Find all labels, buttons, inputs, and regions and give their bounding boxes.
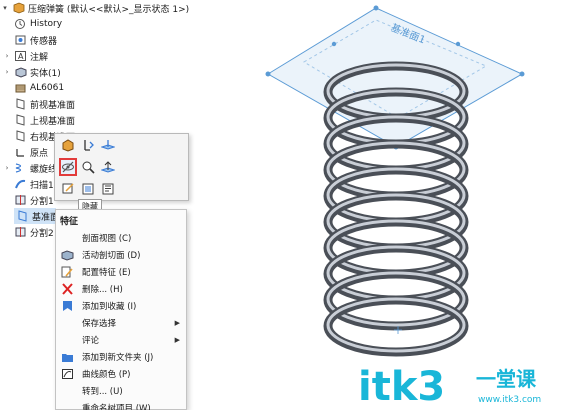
menu-item-configure-feature[interactable]: 配置特征 (E) — [56, 263, 186, 280]
split-icon — [14, 194, 27, 206]
menu-item-label: 活动剖切面 (D) — [82, 250, 141, 261]
watermark-brand: itk3 — [358, 364, 445, 408]
menu-item-save-selection[interactable]: 保存选择 ▶ — [56, 314, 186, 331]
context-menu: 特征 剖面视图 (C) 活动剖切面 (D) 配置特征 (E) 删除... (H)… — [55, 209, 187, 410]
context-toolbar — [54, 133, 189, 201]
tree-item-split-1[interactable]: 分割1 — [2, 192, 54, 208]
tree-item-bodies[interactable]: › 实体(1) — [2, 64, 61, 80]
edit-feature-icon[interactable] — [59, 180, 77, 198]
spring-model[interactable]: 基准面1 — [186, 0, 567, 410]
watermark-url: www.itk3.com — [478, 395, 541, 405]
menu-item-delete[interactable]: 删除... (H) — [56, 280, 186, 297]
menu-item-live-section-plane[interactable]: 活动剖切面 (D) — [56, 246, 186, 263]
split-icon — [14, 226, 27, 238]
tree-item-label: 分割1 — [30, 196, 54, 207]
tree-item-label: 前视基准面 — [30, 100, 76, 111]
favorites-icon — [60, 299, 74, 312]
tree-item-top-plane[interactable]: 上视基准面 — [2, 112, 75, 128]
tree-item-helix[interactable]: › 螺旋线 — [2, 160, 57, 176]
tree-item-label: 实体(1) — [30, 68, 61, 79]
folder-icon — [60, 350, 74, 363]
menu-item-label: 添加到新文件夹 (J) — [82, 352, 154, 363]
tree-item-label: History — [30, 19, 63, 29]
section-plane-icon — [60, 248, 74, 261]
watermark-logo: itk3 一堂课 www.itk3.com — [358, 362, 563, 410]
configure-icon — [60, 265, 74, 278]
hide-icon[interactable] — [59, 158, 77, 176]
submenu-arrow-icon: ▶ — [174, 318, 180, 327]
menu-item-label: 添加到收藏 (I) — [82, 301, 137, 312]
appearance-icon[interactable] — [59, 136, 77, 154]
menu-title: 特征 — [60, 217, 79, 227]
tree-item-annotations[interactable]: › A 注解 — [2, 48, 48, 64]
tree-item-datum-plane[interactable]: 基准面 — [14, 208, 59, 224]
tree-item-label: 注解 — [30, 52, 49, 63]
part-icon — [12, 2, 25, 14]
sweep-icon — [14, 178, 27, 190]
tree-root-label: 压缩弹簧 (默认<<默认>_显示状态 1>) — [28, 4, 190, 15]
annotation-icon: A — [14, 50, 27, 62]
tree-item-material[interactable]: AL6061 — [2, 80, 64, 96]
plane-icon — [16, 210, 29, 222]
tree-item-history[interactable]: History — [2, 16, 62, 32]
menu-item-curve-color[interactable]: 曲线颜色 (P) — [56, 365, 186, 382]
expand-icon[interactable]: › — [2, 52, 12, 60]
collapse-icon[interactable]: ▾ — [0, 4, 10, 12]
tree-item-split-2[interactable]: 分割2 — [2, 224, 54, 240]
solid-body-icon — [14, 66, 27, 78]
menu-item-label: 曲线颜色 (P) — [82, 369, 131, 380]
menu-item-label: 评论 — [82, 335, 100, 346]
tree-item-label: 扫描1 — [30, 180, 54, 191]
plane-icon — [14, 114, 27, 126]
menu-item-go-to[interactable]: 转到... (U) — [56, 382, 186, 399]
menu-item-label: 剖面视图 (C) — [82, 233, 132, 244]
tree-item-label: 上视基准面 — [30, 116, 76, 127]
curve-color-icon — [60, 367, 74, 380]
expand-icon[interactable]: › — [2, 68, 12, 76]
sensor-icon — [14, 34, 27, 46]
plane-icon — [14, 130, 27, 142]
watermark-tagline: 一堂课 — [476, 367, 537, 391]
tree-item-sweep[interactable]: 扫描1 — [2, 176, 54, 192]
zoom-to-selection-icon[interactable] — [79, 158, 97, 176]
properties-icon[interactable] — [99, 180, 117, 198]
graphics-viewport[interactable]: 基准面1 — [186, 0, 567, 410]
origin-icon — [14, 146, 27, 158]
plane-icon — [14, 98, 27, 110]
tree-root[interactable]: ▾ 压缩弹簧 (默认<<默认>_显示状态 1>) — [0, 0, 189, 16]
menu-item-add-to-favorites[interactable]: 添加到收藏 (I) — [56, 297, 186, 314]
menu-item-label: 配置特征 (E) — [82, 267, 131, 278]
tree-item-sensors[interactable]: 传感器 — [2, 32, 57, 48]
menu-item-label: 重命名树项目 (W) — [82, 403, 151, 410]
history-icon — [14, 18, 27, 30]
normal-to-icon[interactable] — [79, 136, 97, 154]
svg-text:A: A — [18, 52, 24, 61]
menu-item-comment[interactable]: 评论 ▶ — [56, 331, 186, 348]
menu-item-add-to-new-folder[interactable]: 添加到新文件夹 (J) — [56, 348, 186, 365]
menu-item-rename-tree-item[interactable]: 重命名树项目 (W) — [56, 399, 186, 410]
tree-item-origin[interactable]: 原点 — [2, 144, 48, 160]
datum-plane[interactable]: 基准面1 — [265, 5, 525, 150]
submenu-arrow-icon: ▶ — [174, 335, 180, 344]
delete-icon — [60, 282, 74, 295]
plane-normal-icon[interactable] — [99, 136, 117, 154]
helix-icon — [14, 162, 27, 174]
sketch-on-plane-icon[interactable] — [99, 158, 117, 176]
menu-item-label: 删除... (H) — [82, 284, 123, 295]
menu-item-label: 保存选择 — [82, 318, 117, 329]
tree-item-label: 传感器 — [30, 36, 58, 47]
expand-icon[interactable]: › — [2, 164, 12, 172]
tree-item-label: 螺旋线 — [30, 164, 58, 175]
material-icon — [14, 82, 27, 94]
tree-item-label: 分割2 — [30, 228, 54, 239]
tree-item-front-plane[interactable]: 前视基准面 — [2, 96, 75, 112]
menu-item-section-view[interactable]: 剖面视图 (C) — [56, 229, 186, 246]
tree-item-label: 原点 — [30, 148, 49, 159]
tree-item-label: AL6061 — [30, 83, 65, 93]
menu-item-label: 转到... (U) — [82, 386, 123, 397]
list-view-icon[interactable] — [79, 180, 97, 198]
